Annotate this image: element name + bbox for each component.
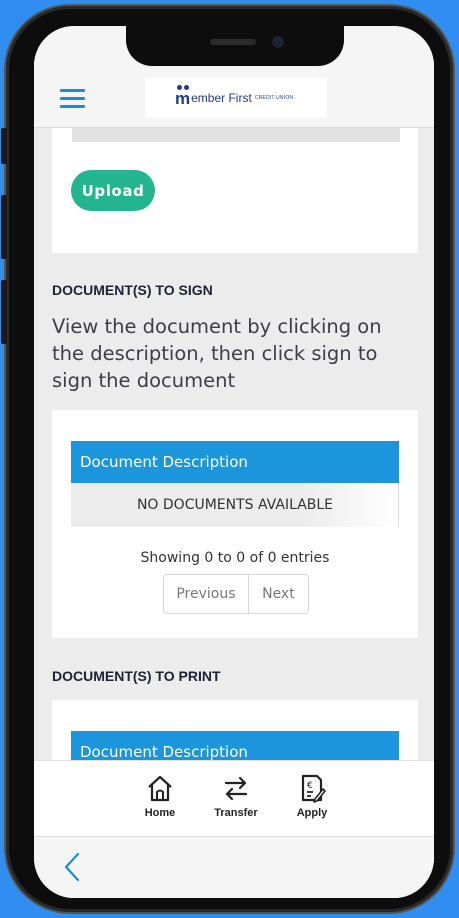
print-documents-card: Document Description (52, 700, 418, 760)
svg-text:€: € (307, 781, 313, 791)
logo-m-glyph: m (175, 85, 190, 107)
tab-home[interactable]: Home (130, 773, 190, 819)
speaker (210, 39, 256, 45)
notch (126, 26, 344, 66)
tab-transfer-label: Transfer (214, 807, 258, 819)
upload-button[interactable]: Upload (71, 170, 155, 211)
transfer-icon (224, 776, 248, 801)
main-content: Upload DOCUMENT(S) TO SIGN View the docu… (34, 128, 434, 760)
sign-section-description: View the document by clicking on the des… (52, 315, 382, 392)
next-page-button[interactable]: Next (249, 575, 308, 613)
previous-page-button[interactable]: Previous (164, 575, 249, 613)
tab-apply-label: Apply (296, 807, 328, 819)
volume-down-button (1, 280, 7, 344)
tab-home-label: Home (144, 807, 176, 819)
back-chevron-icon[interactable] (62, 851, 82, 883)
browser-nav-bar (34, 836, 434, 898)
upload-card: Upload (52, 128, 418, 253)
logo-text: ember First (191, 91, 252, 105)
print-section-title: DOCUMENT(S) TO PRINT (52, 668, 221, 684)
print-table-header: Document Description (71, 731, 399, 760)
menu-icon[interactable] (60, 89, 85, 109)
mute-switch (1, 128, 7, 164)
tab-transfer[interactable]: Transfer (206, 773, 266, 819)
sign-documents-card: Document Description NO DOCUMENTS AVAILA… (52, 410, 418, 638)
tab-apply[interactable]: € Apply (282, 773, 342, 819)
app-header: m ember First CREDIT UNION (34, 70, 434, 128)
bottom-tab-bar: Home Transfer € Apply (34, 760, 434, 836)
logo-subtext: CREDIT UNION (254, 95, 294, 101)
sign-table-empty-row: NO DOCUMENTS AVAILABLE (71, 483, 399, 527)
volume-up-button (1, 195, 7, 259)
sign-table-header: Document Description (71, 441, 399, 483)
front-camera (272, 36, 284, 48)
apply-document-icon: € (301, 774, 326, 803)
phone-screen: m ember First CREDIT UNION Upload DOCUME… (34, 26, 434, 898)
file-input-bar[interactable] (72, 128, 400, 142)
brand-logo: m ember First CREDIT UNION (145, 78, 327, 118)
sign-table-pagination: Previous Next (163, 574, 309, 614)
sign-table-entries-info: Showing 0 to 0 of 0 entries (140, 550, 330, 566)
home-icon (148, 775, 172, 802)
sign-section-title: DOCUMENT(S) TO SIGN (52, 282, 213, 298)
